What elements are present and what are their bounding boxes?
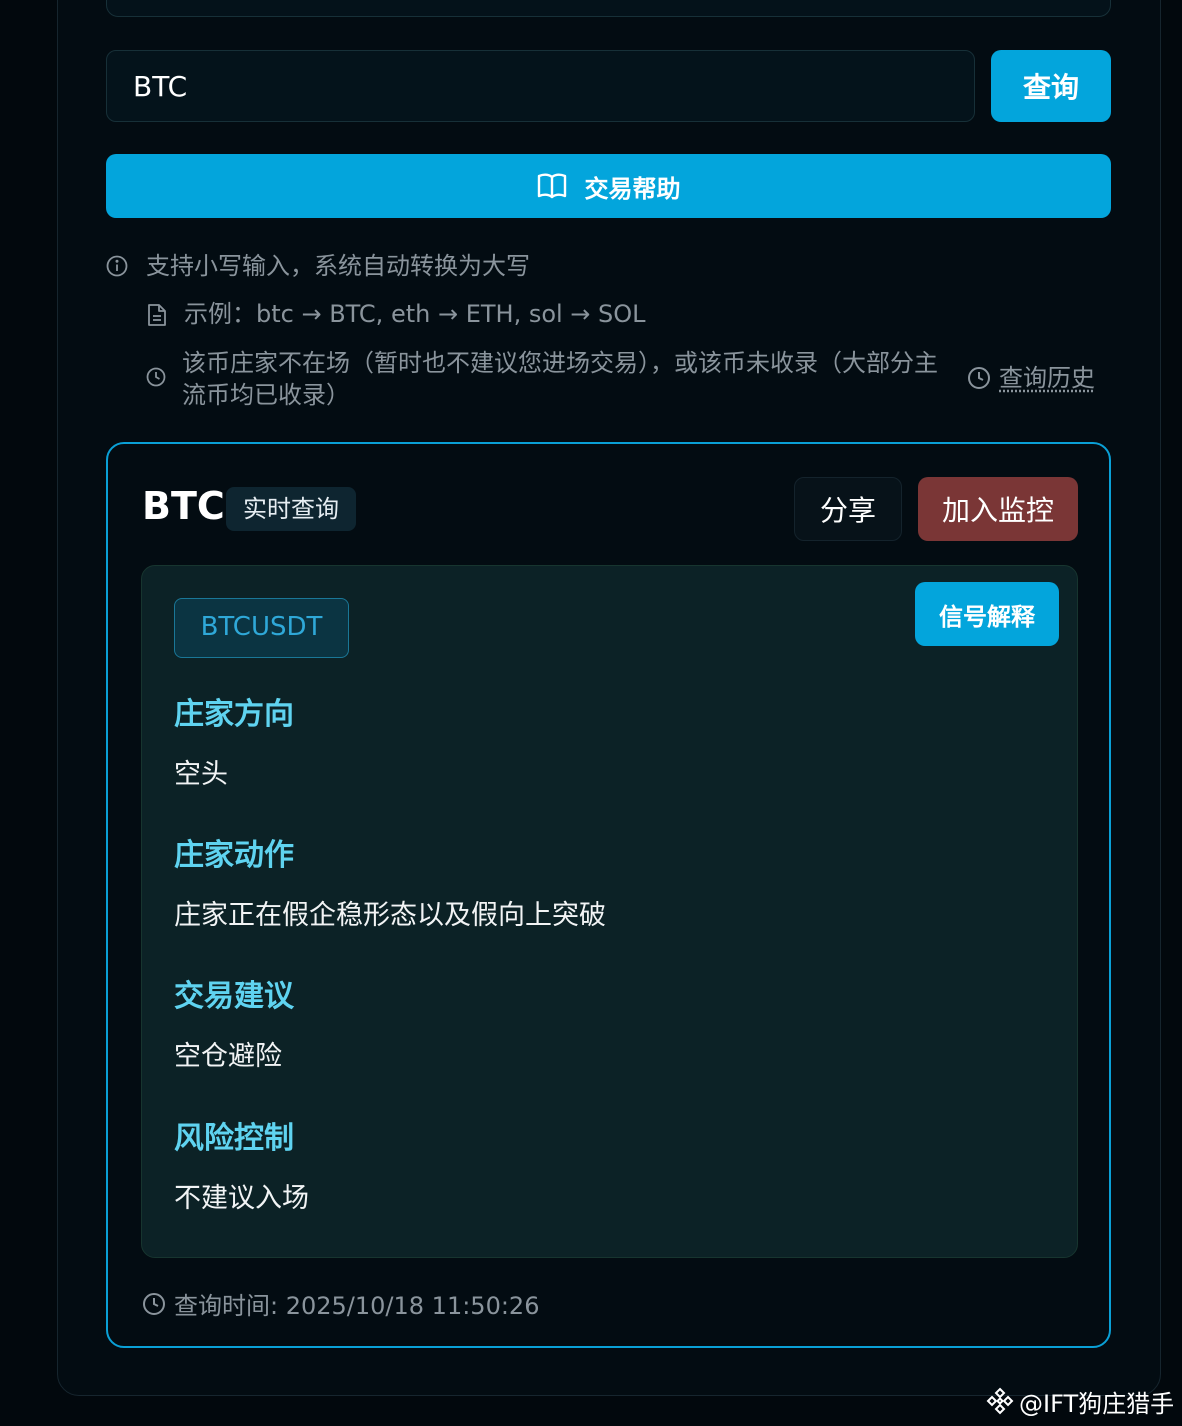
top-field[interactable] — [106, 0, 1111, 17]
query-time-text: 查询时间: 2025/10/18 11:50:26 — [174, 1292, 540, 1320]
pair-badge: BTCUSDT — [174, 598, 349, 658]
section-title: 庄家动作 — [174, 838, 294, 873]
hint-not-listed-text: 该币庄家不在场（暂时也不建议您进场交易），或该币未收录（大部分主流币均已收录） — [182, 349, 938, 409]
section-body: 空头 — [174, 759, 228, 790]
section-action: 庄家动作 庄家正在假企稳形态以及假向上突破 — [174, 836, 606, 934]
hint-not-listed: 该币庄家不在场（暂时也不建议您进场交易），或该币未收录（大部分主流币均已收录） — [146, 347, 956, 411]
clock-icon — [968, 367, 990, 389]
section-body: 不建议入场 — [174, 1183, 309, 1214]
clock-icon — [143, 1292, 165, 1315]
signal-explain-button[interactable]: 信号解释 — [915, 582, 1059, 646]
section-direction: 庄家方向 空头 — [174, 695, 294, 793]
section-title: 交易建议 — [174, 979, 294, 1014]
realtime-badge: 实时查询 — [226, 487, 356, 531]
hint-lowercase-text: 支持小写输入，系统自动转换为大写 — [146, 252, 530, 280]
section-title: 风险控制 — [174, 1121, 294, 1156]
info-icon — [106, 255, 128, 277]
section-body: 空仓避险 — [174, 1041, 282, 1072]
watermark-text: @IFT狗庄猎手 — [1019, 1389, 1175, 1418]
section-advice: 交易建议 空仓避险 — [174, 977, 294, 1075]
clock-icon — [146, 367, 166, 387]
query-button[interactable]: 查询 — [991, 50, 1111, 122]
binance-logo-icon — [986, 1387, 1014, 1415]
section-body: 庄家正在假企稳形态以及假向上突破 — [174, 900, 606, 931]
share-button[interactable]: 分享 — [794, 477, 902, 541]
result-card: BTC 实时查询 分享 加入监控 BTCUSDT 信号解释 庄家方向 空头 庄家… — [106, 442, 1111, 1348]
hint-example: 示例：btc → BTC, eth → ETH, sol → SOL — [146, 298, 646, 330]
trading-help-button[interactable]: 交易帮助 — [106, 154, 1111, 218]
page: 查询 交易帮助 支持小写输入，系统自动转换为大写 示例：btc → BTC, e… — [0, 0, 1182, 1426]
book-open-icon — [537, 173, 566, 199]
section-risk: 风险控制 不建议入场 — [174, 1119, 309, 1217]
query-time: 查询时间: 2025/10/18 11:50:26 — [142, 1286, 539, 1321]
section-title: 庄家方向 — [174, 697, 294, 732]
symbol-search-input[interactable] — [106, 50, 975, 122]
query-history-label: 查询历史 — [999, 364, 1095, 392]
hint-example-text: 示例：btc → BTC, eth → ETH, sol → SOL — [184, 300, 646, 328]
add-monitor-button[interactable]: 加入监控 — [918, 477, 1078, 541]
hint-lowercase: 支持小写输入，系统自动转换为大写 — [106, 250, 530, 282]
watermark: @IFT狗庄猎手 — [985, 1383, 1174, 1419]
result-symbol: BTC — [142, 484, 225, 528]
signal-box: BTCUSDT 信号解释 庄家方向 空头 庄家动作 庄家正在假企稳形态以及假向上… — [141, 565, 1078, 1258]
trading-help-label: 交易帮助 — [584, 174, 681, 203]
query-history-link[interactable]: 查询历史 — [967, 362, 1095, 394]
document-icon — [148, 304, 166, 326]
